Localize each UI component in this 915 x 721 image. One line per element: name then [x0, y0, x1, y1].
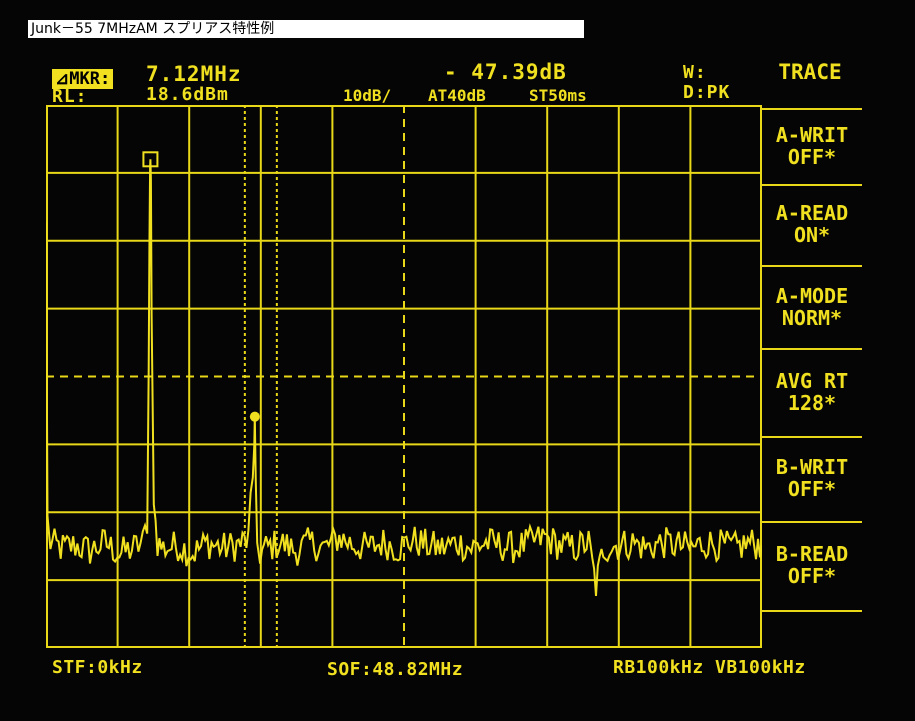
softkey-label: B-READ: [775, 542, 849, 566]
marker-level: - 47.39dB: [444, 60, 567, 84]
menu-divider: [762, 610, 862, 612]
marker-layer: [142, 151, 260, 422]
spectrum-plot: [46, 105, 762, 648]
scale-per-div: 10dB/: [343, 86, 392, 105]
softkey-avg-rate[interactable]: AVG RT 128*: [762, 370, 862, 414]
marker-frequency: 7.12MHz: [146, 62, 242, 86]
softkey-value: OFF*: [787, 564, 837, 588]
menu-divider: [762, 108, 862, 110]
softkey-b-read[interactable]: B-READ OFF*: [762, 543, 862, 587]
attenuation: AT40dB: [428, 86, 486, 105]
menu-title: TRACE: [778, 60, 842, 84]
menu-divider: [762, 184, 862, 186]
detector-mode: D:PK: [683, 82, 731, 103]
softkey-value: OFF*: [787, 145, 837, 169]
dot-marker-icon: [249, 411, 260, 422]
softkey-a-write[interactable]: A-WRIT OFF*: [762, 124, 862, 168]
softkey-label: B-WRIT: [775, 455, 849, 479]
softkey-label: A-READ: [775, 201, 849, 225]
softkey-label: AVG RT: [775, 369, 849, 393]
softkey-label: A-WRIT: [775, 123, 849, 147]
softkey-value: 128*: [787, 391, 837, 415]
softkey-label: A-MODE: [775, 284, 849, 308]
menu-divider: [762, 348, 862, 350]
rl-label: RL:: [52, 86, 88, 107]
graticule: [46, 105, 762, 648]
stop-frequency: SOF:48.82MHz: [327, 659, 464, 680]
softkey-b-write[interactable]: B-WRIT OFF*: [762, 456, 862, 500]
softkey-value: ON*: [793, 223, 831, 247]
softkey-a-mode[interactable]: A-MODE NORM*: [762, 285, 862, 329]
start-frequency: STF:0kHz: [52, 657, 143, 678]
reference-level: 18.6dBm: [146, 84, 229, 105]
softkey-value: NORM*: [781, 306, 843, 330]
caption: Junk－55 7MHzAM スプリアス特性例: [28, 20, 584, 38]
bandwidth-settings: RB100kHz VB100kHz: [613, 657, 806, 678]
menu-divider: [762, 521, 862, 523]
menu-divider: [762, 265, 862, 267]
softkey-value: OFF*: [787, 477, 837, 501]
menu-divider: [762, 436, 862, 438]
softkey-a-read[interactable]: A-READ ON*: [762, 202, 862, 246]
sweep-time: ST50ms: [529, 86, 587, 105]
w-label: W:: [683, 62, 707, 83]
